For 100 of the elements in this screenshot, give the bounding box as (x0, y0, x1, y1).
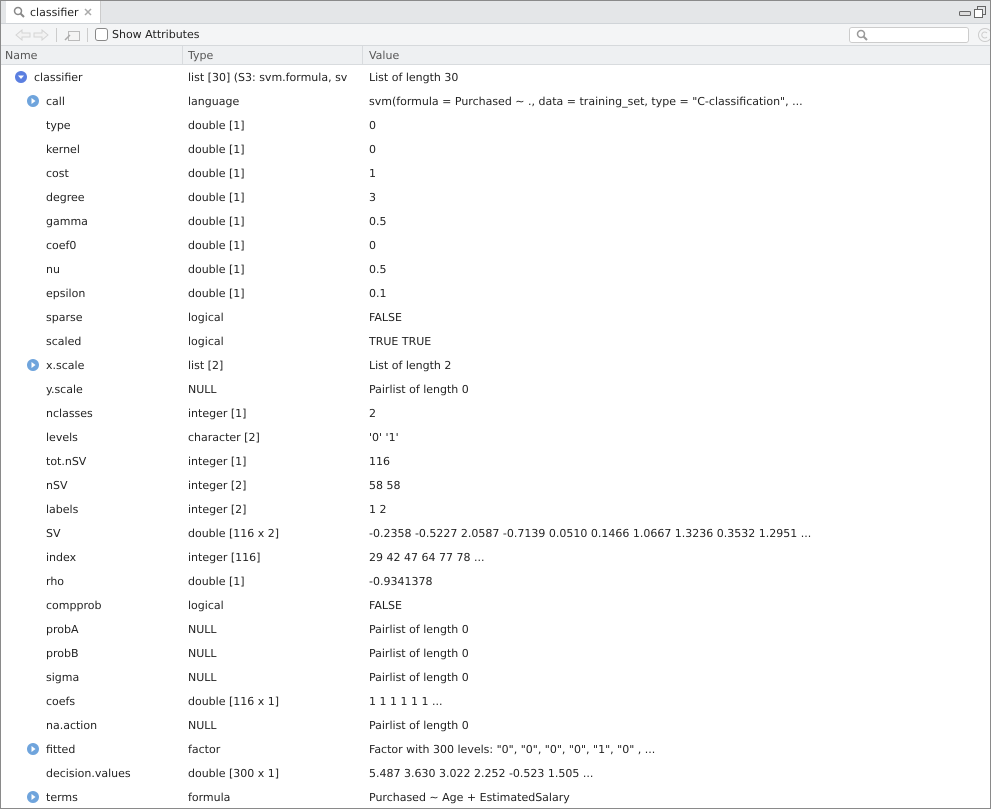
value-text: FALSE (368, 310, 403, 324)
variable-name: tot.nSV (46, 454, 86, 468)
value-text: 5.487 3.630 3.022 2.252 -0.523 1.505 ... (368, 766, 594, 780)
variable-name: gamma (46, 214, 88, 228)
search-field[interactable] (849, 26, 969, 42)
variable-name: type (46, 118, 71, 132)
collapse-icon[interactable] (15, 71, 27, 83)
type-text: list [2] (187, 358, 224, 372)
maximize-icon[interactable] (974, 6, 986, 18)
value-text: 0 (368, 142, 377, 156)
value-text: 0 (368, 238, 377, 252)
type-text: double [116 x 2] (187, 526, 280, 540)
type-text: NULL (187, 622, 218, 636)
variable-name: degree (46, 190, 85, 204)
variable-name: scaled (46, 334, 82, 348)
value-text: 0.1 (368, 286, 388, 300)
variable-name: nu (46, 262, 60, 276)
type-text: double [300 x 1] (187, 766, 280, 780)
value-text: 0 (368, 118, 377, 132)
value-text: 58 58 (368, 478, 402, 492)
value-text: 1 2 (368, 502, 388, 516)
type-text: integer [2] (187, 478, 248, 492)
value-text: 116 (368, 454, 391, 468)
type-text: double [1] (187, 286, 246, 300)
value-text: Pairlist of length 0 (368, 718, 470, 732)
variable-name: kernel (46, 142, 80, 156)
value-text: 1 1 1 1 1 1 ... (368, 694, 444, 708)
variable-name: index (46, 550, 76, 564)
value-text: Pairlist of length 0 (368, 622, 470, 636)
type-text: double [1] (187, 238, 246, 252)
type-text: NULL (187, 670, 218, 684)
column-header[interactable]: Type (183, 46, 363, 64)
type-text: double [1] (187, 262, 246, 276)
value-text: FALSE (368, 598, 403, 612)
variable-name: labels (46, 502, 78, 516)
variable-name: SV (46, 526, 61, 540)
close-icon[interactable] (84, 8, 92, 16)
show-attributes-checkbox[interactable]: Show Attributes (95, 28, 200, 41)
expand-icon[interactable] (27, 791, 39, 803)
variable-name: compprob (46, 598, 102, 612)
variable-name: na.action (46, 718, 98, 732)
type-text: logical (187, 598, 225, 612)
type-text: integer [116] (187, 550, 262, 564)
search-icon (856, 28, 868, 40)
type-text: language (187, 94, 240, 108)
value-text: Pairlist of length 0 (368, 670, 470, 684)
value-text: Pairlist of length 0 (368, 646, 470, 660)
type-text: NULL (187, 382, 218, 396)
value-text: List of length 2 (368, 358, 452, 372)
type-text: NULL (187, 718, 218, 732)
variable-name: cost (46, 166, 69, 180)
variable-name: decision.values (46, 766, 131, 780)
type-text: formula (187, 790, 232, 804)
value-text: svm(formula = Purchased ~ ., data = training_set, type = "C-classification", ... (368, 94, 804, 108)
value-text: Factor with 300 levels: "0", "0", "0", "0", "1", "0" , ... (368, 742, 656, 756)
value-text: '0' '1' (368, 430, 400, 444)
tab-title: classifier (30, 6, 79, 18)
variable-name: levels (46, 430, 78, 444)
variable-name: nSV (46, 478, 68, 492)
type-text: integer [1] (187, 406, 248, 420)
type-text: integer [2] (187, 502, 248, 516)
type-text: double [1] (187, 142, 246, 156)
type-text: double [1] (187, 166, 246, 180)
minimize-icon[interactable] (959, 8, 971, 16)
value-text: 29 42 47 64 77 78 ... (368, 550, 486, 564)
variable-name: coefs (46, 694, 76, 708)
variable-name: terms (46, 790, 78, 804)
value-text: 0.5 (368, 262, 388, 276)
variable-name: classifier (34, 70, 83, 84)
type-text: factor (187, 742, 222, 756)
variable-name: sparse (46, 310, 82, 324)
variable-name: call (46, 94, 65, 108)
type-text: double [1] (187, 214, 246, 228)
variable-name: nclasses (46, 406, 93, 420)
value-text: 2 (368, 406, 377, 420)
variable-name: probA (46, 622, 79, 636)
value-text: Pairlist of length 0 (368, 382, 470, 396)
variable-name: probB (46, 646, 79, 660)
back-forward-arrows-icon[interactable] (15, 28, 49, 42)
variable-name: coef0 (46, 238, 76, 252)
type-text: character [2] (187, 430, 261, 444)
search-icon (13, 6, 25, 18)
variable-name: sigma (46, 670, 80, 684)
value-text: -0.2358 -0.5227 2.0587 -0.7139 0.0510 0.1466 1.0667 1.3236 0.3532 1.2951 ... (368, 526, 812, 540)
value-text: -0.9341378 (368, 574, 434, 588)
expand-icon[interactable] (27, 95, 39, 107)
column-header[interactable]: Name (1, 46, 183, 64)
viewer-tab[interactable]: classifier (6, 1, 101, 23)
value-text: 1 (368, 166, 377, 180)
variable-name: rho (46, 574, 64, 588)
type-text: double [1] (187, 574, 246, 588)
column-header[interactable]: Value (363, 46, 990, 64)
type-text: logical (187, 334, 225, 348)
variable-name: y.scale (46, 382, 83, 396)
expand-icon[interactable] (27, 359, 39, 371)
variable-name: epsilon (46, 286, 86, 300)
expand-icon[interactable] (27, 743, 39, 755)
type-text: double [1] (187, 190, 246, 204)
type-text: integer [1] (187, 454, 248, 468)
type-text: list [30] (S3: svm.formula, sv (187, 70, 348, 84)
